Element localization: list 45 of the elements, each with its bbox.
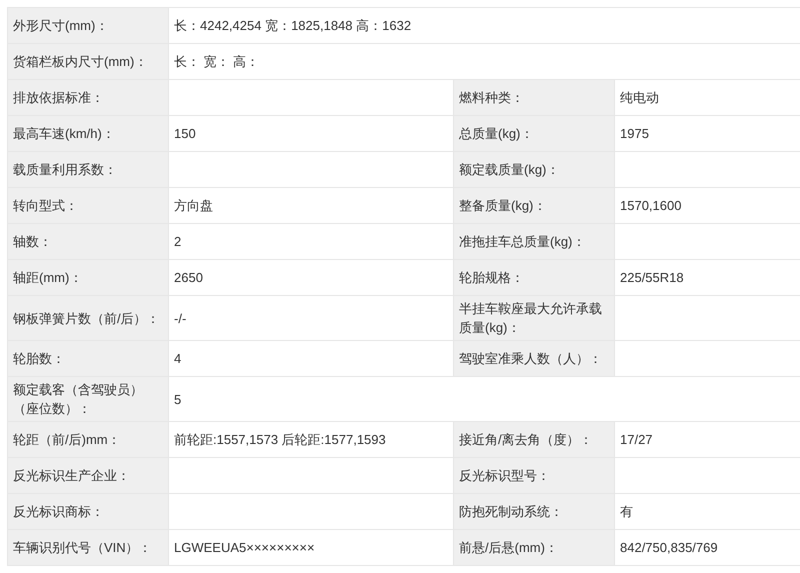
- field-label: 防抱死制动系统：: [459, 504, 563, 519]
- field-value: LGWEEUA5×××××××××: [174, 540, 315, 555]
- field-label: 轴数：: [13, 234, 52, 249]
- field-label: 额定载客（含驾驶员）（座位数）：: [13, 382, 143, 416]
- field-value: 17/27: [620, 432, 653, 447]
- field-label: 轴距(mm)：: [13, 270, 82, 285]
- field-value: 有: [620, 504, 633, 519]
- field-label: 轮胎规格：: [459, 270, 524, 285]
- field-value: 150: [174, 126, 196, 141]
- field-label: 半挂车鞍座最大允许承载质量(kg)：: [459, 301, 602, 335]
- field-label: 排放依据标准：: [13, 90, 104, 105]
- field-label: 额定载质量(kg)：: [459, 162, 560, 177]
- field-value: 1975: [620, 126, 649, 141]
- field-label: 轮距（前/后)mm：: [13, 432, 121, 447]
- field-value: 纯电动: [620, 90, 659, 105]
- field-label: 整备质量(kg)：: [459, 198, 546, 213]
- field-value: 4: [174, 351, 182, 366]
- field-label: 钢板弹簧片数（前/后）：: [13, 310, 160, 326]
- field-label: 轮胎数：: [13, 351, 65, 366]
- field-value: 2650: [174, 270, 203, 285]
- field-value: 长：4242,4254 宽：1825,1848 高：1632: [174, 18, 412, 33]
- field-value: 1570,1600: [620, 198, 682, 213]
- field-label: 反光标识型号：: [459, 468, 550, 483]
- field-label: 外形尺寸(mm)：: [13, 18, 108, 33]
- field-label: 前悬/后悬(mm)：: [459, 540, 558, 555]
- field-label: 反光标识商标：: [13, 504, 104, 519]
- field-value: 长： 宽： 高：: [174, 54, 260, 69]
- field-label: 燃料种类：: [459, 90, 524, 105]
- field-label: 准拖挂车总质量(kg)：: [459, 234, 586, 249]
- field-value: 842/750,835/769: [620, 540, 718, 555]
- field-label: 货箱栏板内尺寸(mm)：: [13, 54, 148, 69]
- field-label: 总质量(kg)：: [459, 126, 534, 141]
- field-label: 转向型式：: [13, 198, 78, 213]
- field-label: 驾驶室准乘人数（人）：: [459, 351, 602, 366]
- field-value: -/-: [174, 310, 186, 326]
- field-value: 5: [174, 392, 182, 406]
- field-value: 2: [174, 234, 182, 249]
- field-label: 接近角/离去角（度）：: [459, 432, 593, 447]
- field-value: 方向盘: [174, 198, 213, 213]
- field-label: 反光标识生产企业：: [13, 468, 130, 483]
- field-label: 车辆识别代号（VIN）：: [13, 540, 152, 555]
- field-label: 最高车速(km/h)：: [13, 126, 115, 141]
- field-value: 前轮距:1557,1573 后轮距:1577,1593: [174, 432, 386, 447]
- field-value: 225/55R18: [620, 270, 684, 285]
- field-label: 载质量利用系数：: [13, 162, 117, 177]
